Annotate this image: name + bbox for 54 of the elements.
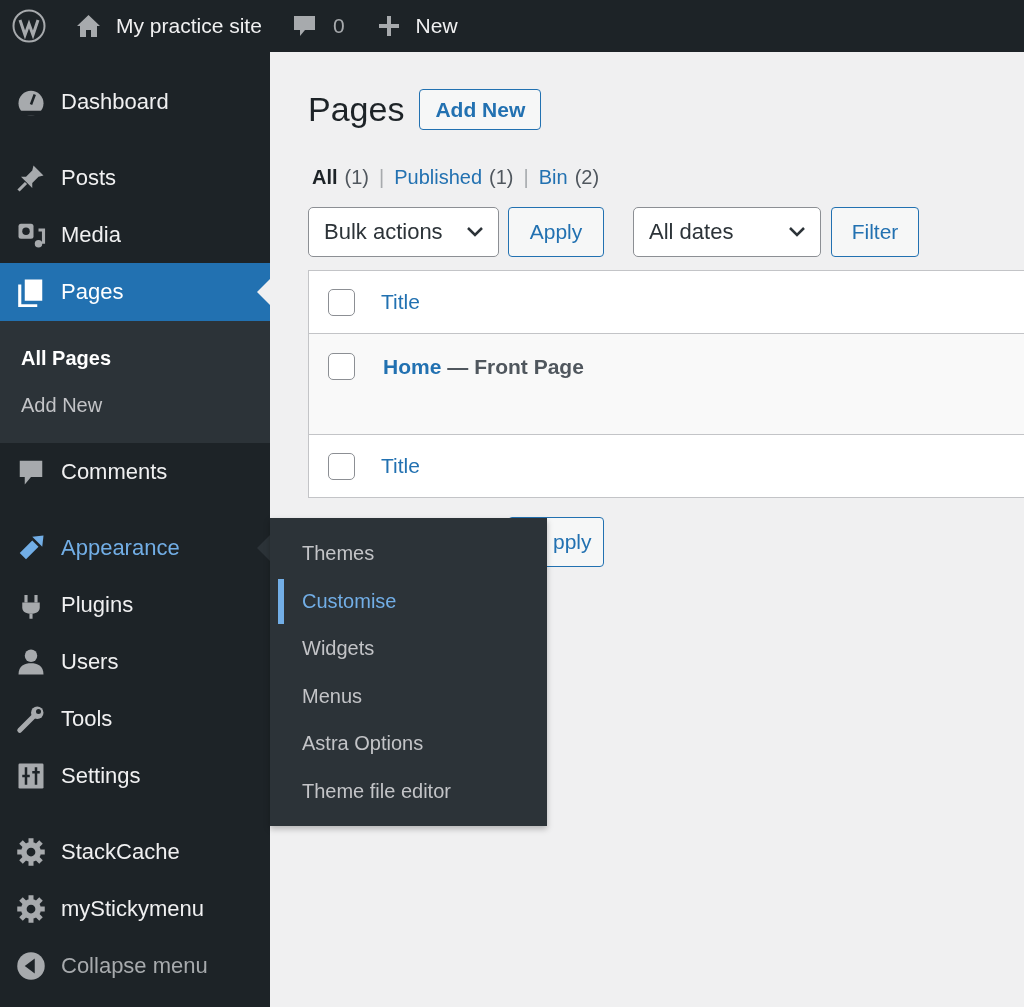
title-column-footer[interactable]: Title <box>381 454 420 478</box>
sidebar-item[interactable]: Users <box>0 633 270 690</box>
flyout-item[interactable]: Astra Options <box>270 720 547 768</box>
sidebar-item[interactable]: Posts <box>0 149 270 206</box>
gear-icon <box>16 893 46 924</box>
view-count: (1) <box>489 165 514 189</box>
chevron-down-icon <box>466 226 484 238</box>
site-name-link[interactable]: My practice site <box>116 14 262 38</box>
view-separator: | <box>379 165 385 189</box>
sidebar-item[interactable]: Pages <box>0 263 270 321</box>
bulk-actions-select[interactable]: Bulk actions <box>308 207 499 257</box>
sidebar-item[interactable]: Comments <box>0 443 270 500</box>
view-filter-link[interactable]: Published <box>394 165 483 189</box>
chevron-down-icon <box>788 226 806 238</box>
comment-icon[interactable] <box>292 14 316 38</box>
sidebar-item[interactable]: Media <box>0 206 270 263</box>
sidebar-item[interactable]: Dashboard <box>0 73 270 130</box>
submenu-item[interactable]: Add New <box>0 382 270 429</box>
page-title: Pages <box>308 90 405 129</box>
view-filter-link[interactable]: All <box>312 165 338 189</box>
sidebar-item[interactable]: StackCache <box>0 823 270 880</box>
view-separator: | <box>523 165 529 189</box>
collapse-icon <box>16 950 46 981</box>
apply-button[interactable]: Apply <box>508 207 604 257</box>
sidebar-item[interactable]: Settings <box>0 747 270 804</box>
wordpress-logo-icon[interactable] <box>12 9 46 43</box>
plus-icon[interactable] <box>377 15 400 37</box>
selection-bar <box>278 578 284 624</box>
home-icon[interactable] <box>76 14 101 38</box>
view-count: (1) <box>344 165 369 189</box>
row-checkbox[interactable] <box>328 288 355 316</box>
date-filter-select[interactable]: All dates <box>633 207 821 257</box>
sidebar-item[interactable]: myStickymenu <box>0 880 270 937</box>
current-pointer <box>257 279 270 305</box>
sidebar-item[interactable]: Plugins <box>0 576 270 633</box>
filter-button[interactable]: Filter <box>831 207 919 257</box>
title-column-header[interactable]: Title <box>381 290 420 314</box>
page-title-link[interactable]: Home <box>383 354 442 379</box>
flyout-item[interactable]: Theme file editor <box>270 767 547 815</box>
flyout-item[interactable]: Widgets <box>270 625 547 673</box>
row-checkbox[interactable] <box>328 353 355 380</box>
sidebar-item[interactable]: Collapse menu <box>0 937 270 994</box>
sidebar-item[interactable]: Tools <box>0 690 270 747</box>
gear-icon <box>16 836 46 867</box>
flyout-item[interactable]: Customise <box>270 577 547 625</box>
view-filter-link[interactable]: Bin <box>538 165 568 189</box>
row-checkbox[interactable] <box>328 452 355 480</box>
page-state: — Front Page <box>447 354 584 379</box>
view-count: (2) <box>574 165 600 189</box>
comment-count[interactable]: 0 <box>332 14 345 38</box>
new-link[interactable]: New <box>415 14 458 38</box>
submenu-item[interactable]: All Pages <box>0 335 270 382</box>
add-new-button[interactable]: Add New <box>419 89 542 130</box>
flyout-item[interactable]: Menus <box>270 672 547 720</box>
